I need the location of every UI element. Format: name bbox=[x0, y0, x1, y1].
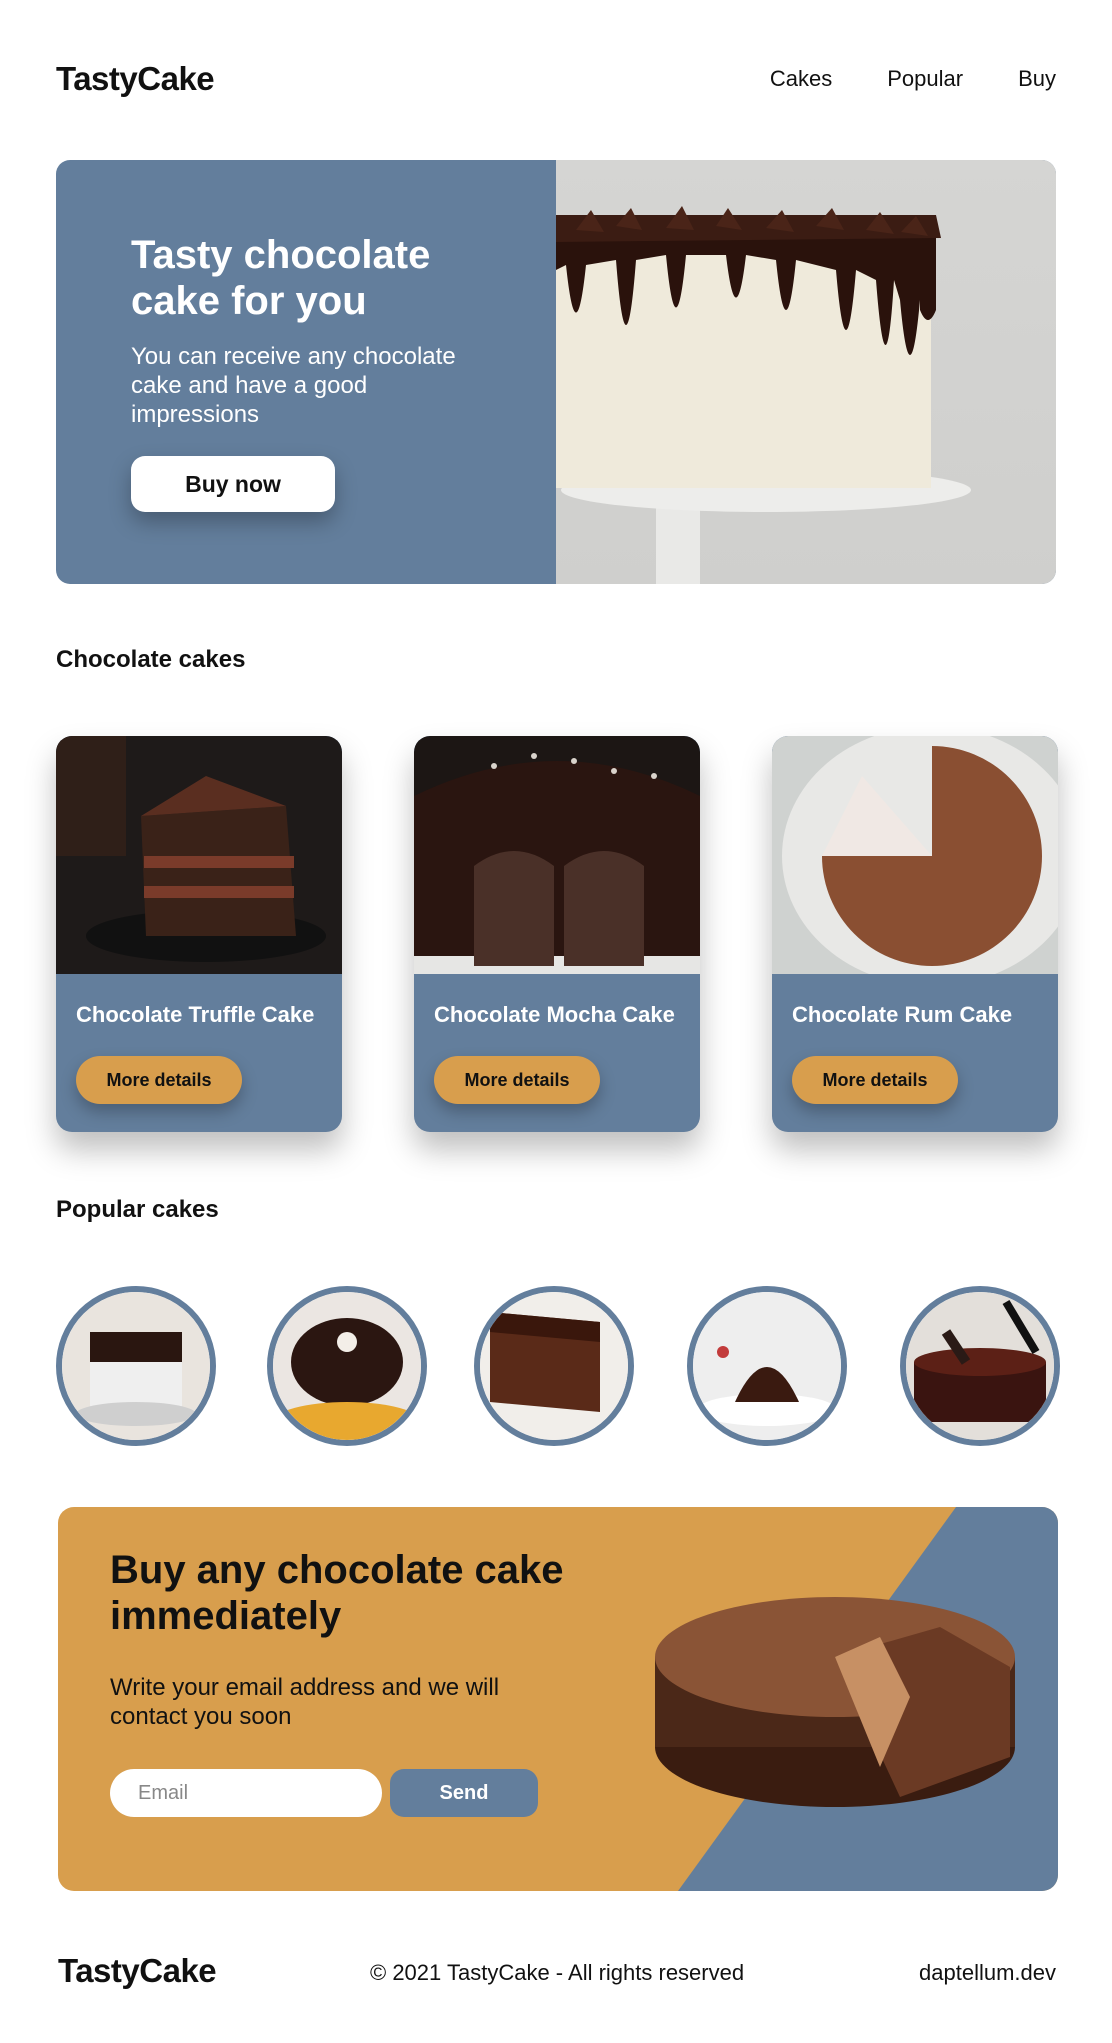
cake-card: Chocolate Truffle Cake More details bbox=[56, 736, 342, 1132]
cake-card: Chocolate Mocha Cake More details bbox=[414, 736, 700, 1132]
card-title: Chocolate Truffle Cake bbox=[76, 1002, 315, 1027]
hero-banner: Tasty chocolate cake for you You can rec… bbox=[56, 160, 1056, 584]
site-header: TastyCake Cakes Popular Buy bbox=[56, 58, 1056, 102]
card-title: Chocolate Mocha Cake bbox=[434, 1002, 675, 1027]
popular-cake-thumbnail[interactable] bbox=[267, 1286, 427, 1446]
card-title: Chocolate Rum Cake bbox=[792, 1002, 1013, 1027]
footer-copyright: © 2021 TastyCake - All rights reserved bbox=[370, 1960, 745, 1985]
more-details-button[interactable]: More details bbox=[76, 1056, 242, 1104]
cta-subtitle: Write your email address and we will con… bbox=[110, 1674, 500, 1730]
popular-cake-thumbnail[interactable] bbox=[474, 1286, 634, 1446]
hero-subtitle: You can receive any chocolate cake and h… bbox=[131, 343, 456, 428]
mocha-cake-image bbox=[414, 736, 700, 974]
footer-credit-link[interactable]: daptellum.dev bbox=[919, 1960, 1056, 1986]
more-details-button[interactable]: More details bbox=[434, 1056, 600, 1104]
popular-cake-thumbnail[interactable] bbox=[687, 1286, 847, 1446]
footer-logo[interactable]: TastyCake bbox=[58, 1952, 217, 1990]
send-button[interactable]: Send bbox=[390, 1769, 538, 1817]
popular-cake-thumbnail[interactable] bbox=[900, 1286, 1060, 1446]
nav-link-popular[interactable]: Popular bbox=[887, 66, 963, 92]
cta-title: Buy any chocolate cake immediately bbox=[110, 1548, 564, 1638]
hero-content: Tasty chocolate cake for you You can rec… bbox=[56, 160, 556, 584]
nav-link-buy[interactable]: Buy bbox=[1018, 66, 1056, 92]
cta-banner: Buy any chocolate cake immediately Write… bbox=[58, 1507, 1058, 1891]
site-logo[interactable]: TastyCake bbox=[56, 60, 215, 98]
truffle-cake-image bbox=[56, 736, 342, 974]
drip-cake-illustration bbox=[556, 206, 971, 584]
cake-card: Chocolate Rum Cake More details bbox=[772, 736, 1058, 1132]
nav-link-cakes[interactable]: Cakes bbox=[770, 66, 832, 92]
popular-cake-thumbnail[interactable] bbox=[56, 1286, 216, 1446]
rum-cake-image bbox=[772, 736, 1058, 974]
buy-now-button[interactable]: Buy now bbox=[131, 456, 335, 512]
popular-section-title: Popular cakes bbox=[56, 1196, 219, 1223]
site-footer: TastyCake © 2021 TastyCake - All rights … bbox=[58, 1952, 1056, 1992]
main-nav: Cakes Popular Buy bbox=[770, 66, 1056, 92]
more-details-button[interactable]: More details bbox=[792, 1056, 958, 1104]
cta-cake-image bbox=[655, 1597, 1015, 1807]
email-input[interactable] bbox=[110, 1769, 382, 1817]
chocolate-section-title: Chocolate cakes bbox=[56, 646, 246, 673]
hero-cake-image bbox=[556, 160, 1056, 584]
hero-title: Tasty chocolate cake for you bbox=[131, 233, 431, 323]
